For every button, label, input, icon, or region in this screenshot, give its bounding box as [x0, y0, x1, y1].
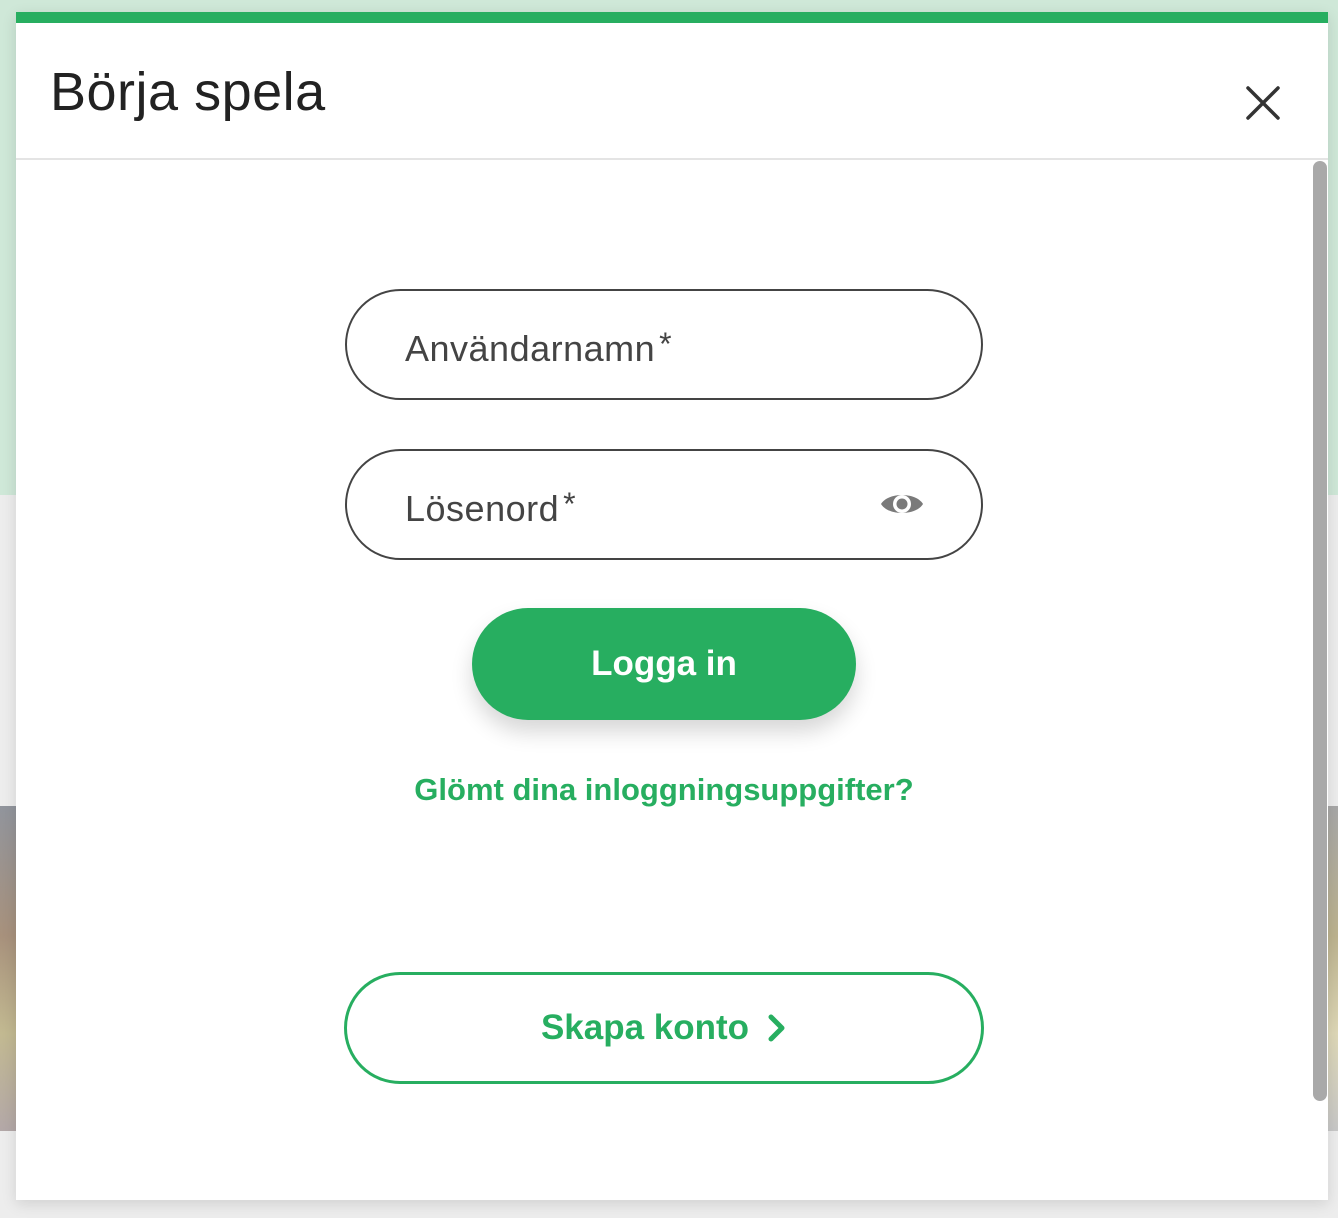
create-account-button[interactable]: Skapa konto — [344, 972, 984, 1084]
modal-accent-bar — [16, 12, 1328, 23]
close-icon — [1246, 86, 1280, 120]
eye-icon[interactable] — [879, 488, 925, 520]
username-field[interactable]: Användarnamn * — [345, 289, 983, 400]
password-label-text: Lösenord — [405, 488, 560, 529]
modal-title: Börja spela — [50, 62, 326, 122]
password-field[interactable]: Lösenord * — [345, 449, 983, 560]
scrollbar-thumb[interactable] — [1313, 161, 1327, 1101]
required-mark: * — [659, 326, 673, 362]
username-label: Användarnamn * — [405, 291, 672, 398]
chevron-right-icon — [768, 1014, 785, 1042]
forgot-credentials-link[interactable]: Glömt dina inloggningsuppgifter? — [16, 770, 1312, 810]
required-mark: * — [563, 486, 577, 522]
username-label-text: Användarnamn — [405, 328, 656, 369]
close-button[interactable] — [1238, 78, 1288, 128]
modal-header: Börja spela — [16, 23, 1328, 160]
login-modal: Börja spela Användarnamn * Lösenord * Logg… — [16, 12, 1328, 1200]
password-label: Lösenord * — [405, 451, 576, 558]
login-button[interactable]: Logga in — [472, 608, 856, 720]
create-account-label: Skapa konto — [540, 1008, 750, 1047]
